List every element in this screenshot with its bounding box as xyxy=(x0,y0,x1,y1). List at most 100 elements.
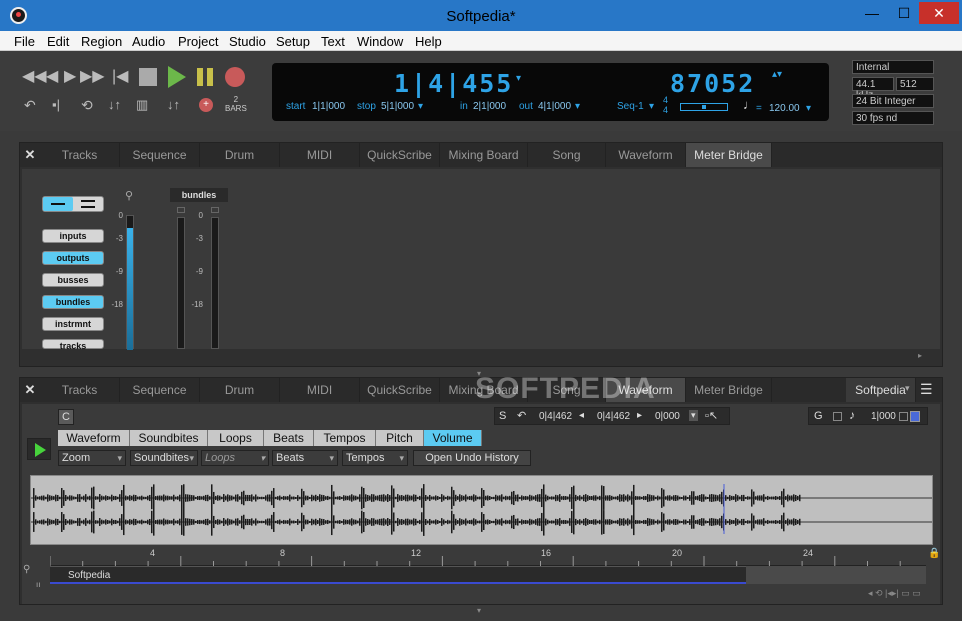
tab-waveform[interactable]: Waveform xyxy=(606,143,686,167)
wave-tab-waveform[interactable]: Waveform xyxy=(58,430,130,446)
bundles-button[interactable]: bundles xyxy=(42,295,104,309)
tab-quickscribe[interactable]: QuickScribe xyxy=(360,143,440,167)
chevron-down-icon[interactable]: ▾ xyxy=(649,101,654,112)
wave-tab-soundbites[interactable]: Soundbites xyxy=(130,430,208,446)
menu-file[interactable]: File xyxy=(14,34,35,49)
samples-counter[interactable]: 87052 xyxy=(670,69,755,98)
add-icon[interactable]: + xyxy=(199,98,213,112)
fast-forward-icon[interactable]: ▶▶ xyxy=(80,66,105,86)
record-icon[interactable] xyxy=(225,67,245,87)
metronome-icon[interactable]: ▥ xyxy=(136,97,148,113)
undo-icon[interactable]: ↶ xyxy=(24,97,36,114)
clip-indicator[interactable] xyxy=(211,207,219,213)
tab-drum[interactable]: Drum xyxy=(200,378,280,402)
time-ruler[interactable]: 4 8 12 16 20 24 xyxy=(50,548,926,566)
grid-value[interactable]: 1|000 xyxy=(871,411,896,422)
snap-checkbox[interactable] xyxy=(899,412,908,421)
grid-checkbox[interactable] xyxy=(833,412,842,421)
tab-sequence[interactable]: Sequence xyxy=(120,378,200,402)
tab-mixing-board[interactable]: Mixing Board xyxy=(440,143,528,167)
arrow-left-icon[interactable]: ◂ xyxy=(579,410,584,421)
tab-midi[interactable]: MIDI xyxy=(280,143,360,167)
sequence-select[interactable]: Seq-1 xyxy=(617,101,644,112)
tab-song[interactable]: Song xyxy=(528,378,606,402)
lock-icon[interactable]: 🔒 xyxy=(928,548,940,559)
in-value[interactable]: 2|1|000 xyxy=(473,101,506,112)
menu-project[interactable]: Project xyxy=(178,34,218,49)
frame-rate-select[interactable]: 30 fps nd xyxy=(852,111,934,125)
inputs-button[interactable]: inputs xyxy=(42,229,104,243)
instrmnt-button[interactable]: instrmnt xyxy=(42,317,104,331)
sync-source-select[interactable]: Internal xyxy=(852,60,934,74)
tab-song[interactable]: Song xyxy=(528,143,606,167)
wave-tab-tempos[interactable]: Tempos xyxy=(314,430,376,446)
chevron-down-icon[interactable]: ▾ xyxy=(575,101,580,112)
loop-icon[interactable]: ⟲ xyxy=(81,97,93,114)
chevron-down-icon[interactable]: ▾ xyxy=(418,101,423,112)
wave-tab-beats[interactable]: Beats xyxy=(264,430,314,446)
chevron-updown-icon[interactable]: ▴▾ xyxy=(772,69,782,80)
menu-region[interactable]: Region xyxy=(81,34,122,49)
cursor-tool-icon[interactable]: ▫↖ xyxy=(705,409,718,422)
soundbites-select[interactable]: Soundbites xyxy=(130,450,198,466)
return-to-zero-icon[interactable]: |◀ xyxy=(112,66,128,86)
play-icon[interactable] xyxy=(168,66,186,88)
range-start[interactable]: 0|4|462 xyxy=(539,411,572,422)
step-back-icon[interactable]: ◀ xyxy=(46,66,58,86)
maximize-button[interactable]: ☐ xyxy=(889,2,919,24)
search-icon[interactable]: ⚲ xyxy=(125,189,133,202)
undo-icon[interactable]: ↶ xyxy=(517,409,526,422)
range-length[interactable]: 0|000 xyxy=(655,411,680,422)
close-panel-button[interactable]: ✕ xyxy=(20,378,40,402)
horizontal-view-icon[interactable] xyxy=(43,197,73,211)
step-record-icon[interactable]: ↓↑ xyxy=(108,97,121,112)
region-bar[interactable]: Softpedia xyxy=(50,566,746,584)
splitter-handle[interactable]: ▾ xyxy=(477,606,481,615)
waveform-display[interactable] xyxy=(30,475,933,545)
chevron-down-icon[interactable]: ▾ xyxy=(806,103,811,114)
pause-icon[interactable] xyxy=(197,68,203,86)
bars-countoff[interactable]: 2 BARS xyxy=(225,95,247,113)
tab-sequence[interactable]: Sequence xyxy=(120,143,200,167)
stop-icon[interactable] xyxy=(139,68,157,86)
tempo-value[interactable]: 120.00 xyxy=(769,103,800,114)
tab-mixing-board[interactable]: Mixing Board xyxy=(440,378,528,402)
outputs-button[interactable]: outputs xyxy=(42,251,104,265)
tab-midi[interactable]: MIDI xyxy=(280,378,360,402)
loops-select[interactable]: Loops xyxy=(201,450,269,466)
bars-counter[interactable]: 1|4|455 xyxy=(394,69,513,98)
busses-button[interactable]: busses xyxy=(42,273,104,287)
chevron-down-icon[interactable]: ▾ xyxy=(905,383,910,394)
tracks-button[interactable]: tracks xyxy=(42,339,104,351)
sample-rate-select[interactable]: 44.1 kHz xyxy=(852,77,894,101)
list-view-icon[interactable] xyxy=(81,200,95,208)
scroll-tools[interactable]: ◂ ⟲ |◂▸| ▭ ▭ xyxy=(868,588,921,599)
meter-bottom[interactable]: 4 xyxy=(663,105,668,115)
beats-select[interactable]: Beats xyxy=(272,450,338,466)
close-panel-button[interactable]: ✕ xyxy=(20,143,40,167)
c-button[interactable]: C xyxy=(58,409,74,425)
tab-meter-bridge[interactable]: Meter Bridge xyxy=(686,143,772,167)
rewind-icon[interactable]: ◀◀ xyxy=(22,66,47,86)
tab-quickscribe[interactable]: QuickScribe xyxy=(360,378,440,402)
tempos-select[interactable]: Tempos xyxy=(342,450,408,466)
tab-drum[interactable]: Drum xyxy=(200,143,280,167)
stop-value[interactable]: 5|1|000 xyxy=(381,101,414,112)
tempo-slider[interactable] xyxy=(680,103,728,111)
bit-depth-select[interactable]: 24 Bit Integer xyxy=(852,94,934,108)
tab-meter-bridge[interactable]: Meter Bridge xyxy=(686,378,772,402)
tab-tracks[interactable]: Tracks xyxy=(40,378,120,402)
audition-button[interactable] xyxy=(27,438,51,460)
menu-edit[interactable]: Edit xyxy=(47,34,69,49)
menu-studio[interactable]: Studio xyxy=(229,34,266,49)
wave-tab-pitch[interactable]: Pitch xyxy=(376,430,424,446)
menu-audio[interactable]: Audio xyxy=(132,34,165,49)
overdub-icon[interactable]: ↓↑ xyxy=(167,97,180,112)
punch-icon[interactable]: ▪| xyxy=(52,97,60,112)
buffer-size-select[interactable]: 512 xyxy=(896,77,934,91)
menu-window[interactable]: Window xyxy=(357,34,403,49)
g-button[interactable]: G xyxy=(814,410,823,422)
s-button[interactable]: S xyxy=(499,410,506,422)
chevron-down-icon[interactable]: ▾ xyxy=(689,410,698,421)
resize-handle[interactable]: ▸ xyxy=(918,351,928,360)
